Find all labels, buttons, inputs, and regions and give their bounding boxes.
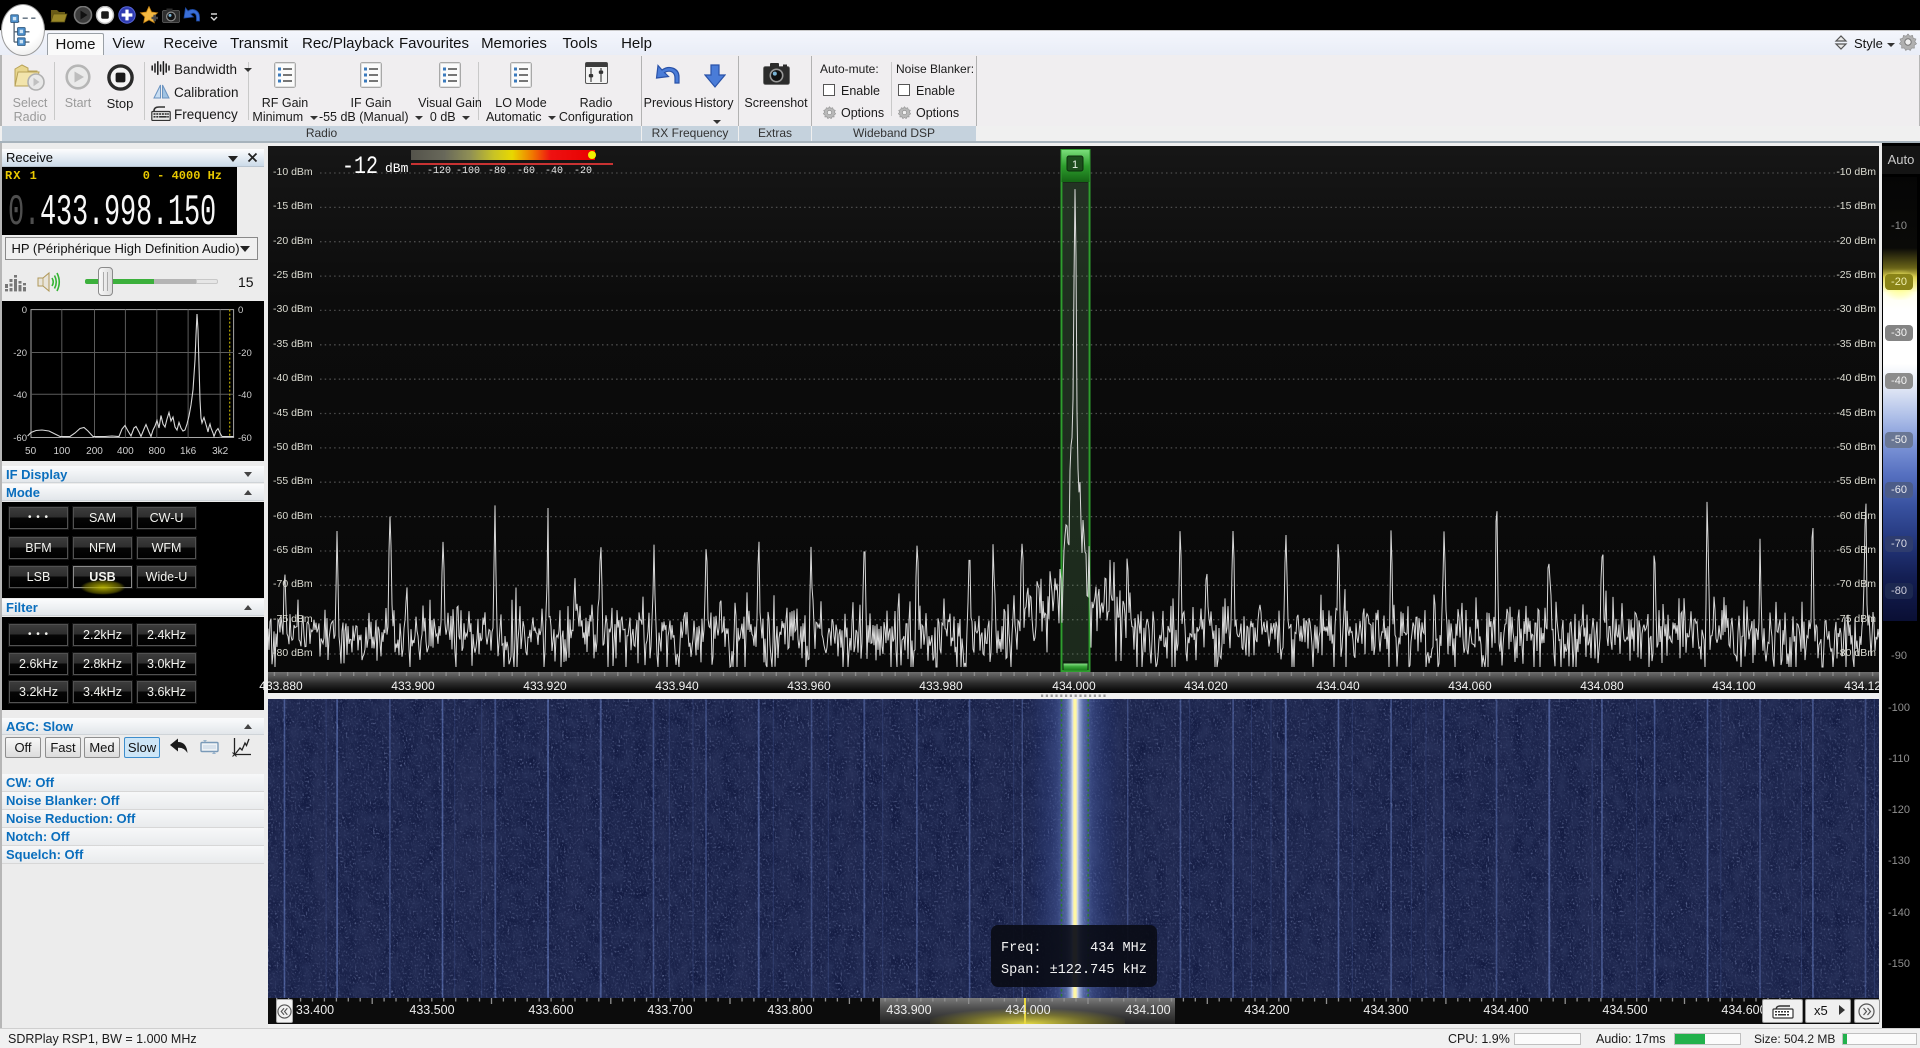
svg-text:1: 1	[1072, 159, 1078, 171]
svg-text:0: 0	[238, 305, 243, 316]
svg-text:1k6: 1k6	[180, 446, 197, 457]
svg-text:Freq: 434 MHz: Freq: 434 MHz	[1001, 941, 1147, 956]
svg-text:3k2: 3k2	[212, 446, 229, 457]
svg-text:800: 800	[148, 446, 165, 457]
svg-text:0: 0	[22, 305, 27, 316]
svg-text:-40: -40	[13, 390, 27, 401]
svg-text:-20: -20	[238, 348, 252, 359]
svg-text:50: 50	[25, 446, 37, 457]
svg-text:100: 100	[53, 446, 70, 457]
svg-text:-60: -60	[238, 433, 252, 444]
svg-text:400: 400	[117, 446, 134, 457]
svg-text:-60: -60	[13, 433, 27, 444]
svg-text:-20: -20	[13, 348, 27, 359]
svg-text:Span: ±122.745 kHz: Span: ±122.745 kHz	[1001, 963, 1147, 978]
svg-text:200: 200	[86, 446, 103, 457]
svg-text:-40: -40	[238, 390, 252, 401]
